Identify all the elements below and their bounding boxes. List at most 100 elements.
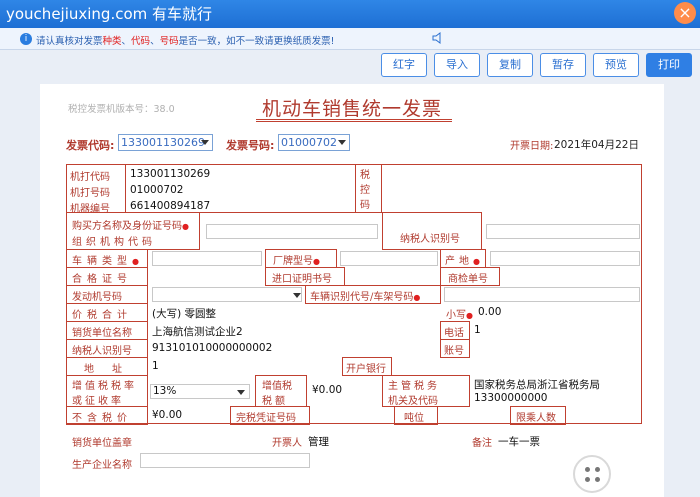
vehicle-type-input[interactable] (152, 251, 262, 266)
import-button[interactable]: 导入 (434, 53, 480, 77)
invoice-number-label: 发票号码: (226, 139, 275, 152)
notice-word-kind: 种类 (102, 36, 122, 47)
authority-name-value: 国家税务总局浙江省税务局 (474, 379, 600, 391)
watermark-text: youchejiuxing.com 有车就行 (6, 5, 213, 23)
buyer-label-1: 购买方名称及身份证号码● (72, 221, 189, 232)
buyer-taxpayer-id-label: 纳税人识别号 (400, 234, 460, 245)
invoice-code-select[interactable]: 133001130269 (118, 134, 213, 151)
total-lower-value: 0.00 (478, 306, 502, 318)
address-value: 1 (152, 360, 159, 372)
notice-post: 是否一致，如不一致请更换纸质发票! (178, 36, 335, 47)
brand-model-input[interactable] (340, 251, 438, 266)
address-label: 地址 (84, 364, 140, 375)
brand-model-label: 厂牌型号● (273, 256, 320, 267)
vat-rate-value: 13% (153, 385, 177, 397)
machine-number-value: 01000702 (130, 184, 184, 196)
version-text: 税控发票机版本号：38.0 (68, 104, 175, 115)
speaker-icon[interactable] (432, 32, 444, 44)
invoice-number-value: 01000702 (281, 136, 337, 149)
import-cert-label: 进口证明书号 (272, 274, 332, 285)
total-label: 价税合计 (72, 310, 132, 321)
engine-no-label: 发动机号码 (72, 292, 122, 303)
chevron-down-icon (201, 140, 209, 145)
vehicle-type-label-text: 车辆类型 (72, 256, 132, 267)
top-bar: youchejiuxing.com 有车就行 × (0, 0, 700, 28)
copy-button[interactable]: 复制 (487, 53, 533, 77)
chevron-down-icon[interactable] (236, 387, 246, 397)
machine-serial-value: 661400894187 (130, 200, 211, 212)
brand-model-label-text: 厂牌型号 (273, 256, 313, 267)
info-icon: i (20, 33, 32, 45)
toolbar: 红字 导入 复制 暂存 预览 打印 (0, 50, 700, 84)
phone-value: 1 (474, 324, 481, 336)
close-icon[interactable]: × (674, 2, 696, 24)
authority-code-value: 13300000000 (474, 392, 548, 404)
notice-pre: 请认真核对发票 (36, 36, 103, 47)
vat-rate-label-1: 增值税税率 (72, 381, 137, 392)
chevron-down-icon[interactable] (292, 290, 302, 300)
notice-sep: 、 (121, 36, 132, 47)
buyer-taxpayer-id-input[interactable] (486, 224, 640, 239)
completion-label: 完税凭证号码 (236, 413, 296, 424)
buyer-name-input[interactable] (206, 224, 378, 239)
manufacturer-label: 生产企业名称 (72, 460, 132, 471)
cert-no-label: 合格证号 (72, 274, 132, 285)
invoice-code-value: 133001130269 (121, 136, 205, 149)
buyer-label-2: 组织机构代码 (72, 237, 156, 248)
origin-label: 产地● (445, 256, 484, 267)
engine-no-input[interactable] (152, 287, 302, 302)
notice-word-number: 号码 (159, 36, 179, 47)
seller-stamp-label: 销货单位盖章 (72, 438, 132, 449)
notice-bar: i 请认真核对发票种类、代码、号码是否一致，如不一致请更换纸质发票! (0, 28, 700, 50)
date-value: 2021年04月22日 (554, 139, 639, 151)
notice-word-code: 代码 (131, 36, 151, 47)
remark-label: 备注 (472, 438, 492, 449)
seller-name-value: 上海航信测试企业2 (152, 326, 243, 338)
preview-button[interactable]: 预览 (593, 53, 639, 77)
machine-number-label: 机打号码 (70, 188, 110, 199)
save-draft-button[interactable]: 暂存 (540, 53, 586, 77)
invoice-number-select[interactable]: 01000702 (278, 134, 350, 151)
seller-tax-id-label: 纳税人识别号 (72, 346, 132, 357)
vin-label-text: 车辆识别代号/车架号码 (310, 292, 414, 303)
bank-label: 开户银行 (346, 364, 386, 375)
buyer-label-1-text: 购买方名称及身份证号码 (72, 221, 182, 232)
invoice-paper: 税控发票机版本号：38.0 机动车销售统一发票 发票代码: 1330011302… (40, 84, 664, 497)
red-invoice-button[interactable]: 红字 (381, 53, 427, 77)
vat-rate-select[interactable]: 13% (150, 384, 250, 399)
print-button[interactable]: 打印 (646, 53, 692, 77)
excl-tax-label: 不含税价 (72, 413, 132, 424)
authority-label-1: 主管税务 (388, 381, 440, 392)
vat-amount-label-1: 增值税 (262, 381, 292, 392)
phone-label: 电话 (444, 328, 464, 339)
title-underline (256, 119, 452, 122)
issuer-value: 管理 (308, 436, 329, 448)
issuer-label: 开票人 (272, 438, 302, 449)
vin-input[interactable] (444, 287, 640, 302)
vat-amount-value: ¥0.00 (312, 384, 343, 396)
passenger-label: 限乘人数 (516, 413, 556, 424)
small-label-text: 小写 (446, 310, 466, 321)
origin-input[interactable] (490, 251, 640, 266)
vat-amount-label-2: 税额 (262, 396, 288, 407)
manufacturer-input[interactable] (140, 453, 310, 468)
remark-value: 一车一票 (498, 436, 540, 448)
excl-tax-value: ¥0.00 (152, 409, 183, 421)
notice-sep: 、 (150, 36, 160, 47)
invoice-title: 机动车销售统一发票 (262, 98, 443, 120)
date-label: 开票日期: (510, 141, 554, 152)
vehicle-type-label: 车辆类型● (72, 256, 144, 267)
invoice-code-label: 发票代码: (66, 139, 115, 152)
notice-text: 请认真核对发票种类、代码、号码是否一致，如不一致请更换纸质发票! (36, 33, 334, 47)
chevron-down-icon (338, 140, 346, 145)
vin-label: 车辆识别代号/车架号码● (310, 292, 421, 303)
seller-name-label: 销货单位名称 (72, 328, 132, 339)
machine-code-label: 机打代码 (70, 172, 110, 183)
floating-menu-icon[interactable] (573, 455, 611, 493)
authority-label-2: 机关及代码 (388, 396, 438, 407)
account-label: 账号 (444, 346, 464, 357)
tonnage-label: 吨位 (404, 413, 424, 424)
small-label: 小写● (446, 310, 473, 321)
machine-code-value: 133001130269 (130, 168, 211, 180)
origin-label-text: 产地 (445, 256, 473, 267)
